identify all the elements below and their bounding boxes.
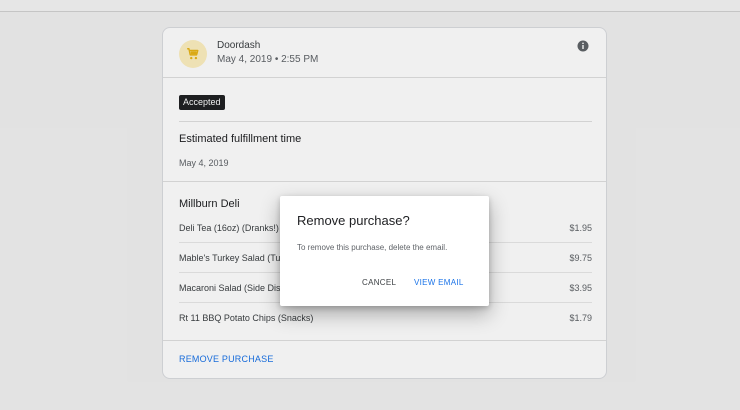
- dialog-message: To remove this purchase, delete the emai…: [297, 243, 448, 252]
- dialog-title: Remove purchase?: [297, 213, 410, 228]
- remove-purchase-dialog: Remove purchase? To remove this purchase…: [280, 196, 489, 306]
- view-email-button[interactable]: VIEW EMAIL: [414, 278, 464, 287]
- cancel-button[interactable]: CANCEL: [362, 278, 396, 287]
